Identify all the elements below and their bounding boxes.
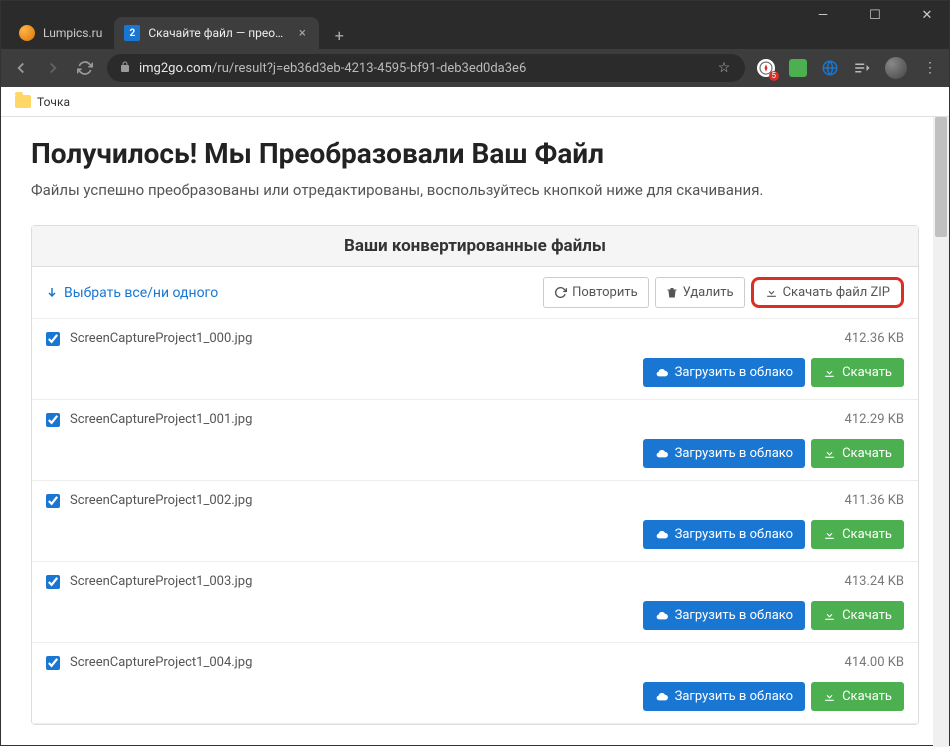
- reload-button[interactable]: [75, 58, 95, 78]
- download-button[interactable]: Скачать: [811, 358, 904, 387]
- tab-lumpics[interactable]: Lumpics.ru: [9, 17, 112, 49]
- profile-avatar[interactable]: [885, 57, 907, 79]
- download-zip-button[interactable]: Скачать файл ZIP: [751, 277, 904, 308]
- cloud-icon: [655, 367, 669, 379]
- upload-cloud-button[interactable]: Загрузить в облако: [643, 439, 805, 468]
- file-row: ScreenCaptureProject1_001.jpg 412.29 KB …: [32, 400, 918, 481]
- file-row: ScreenCaptureProject1_004.jpg 414.00 KB …: [32, 643, 918, 724]
- file-size: 411.36 KB: [845, 493, 904, 508]
- upload-cloud-button[interactable]: Загрузить в облако: [643, 520, 805, 549]
- file-checkbox[interactable]: [46, 413, 60, 427]
- upload-cloud-button[interactable]: Загрузить в облако: [643, 682, 805, 711]
- tab-img2go[interactable]: 2 Скачайте файл — преобразов ×: [114, 17, 319, 49]
- back-button[interactable]: [11, 58, 31, 78]
- page-subtitle: Файлы успешно преобразованы или отредакт…: [31, 180, 919, 201]
- download-button[interactable]: Скачать: [811, 520, 904, 549]
- file-name: ScreenCaptureProject1_003.jpg: [70, 574, 252, 589]
- download-icon: [823, 447, 836, 460]
- folder-icon: [15, 95, 31, 108]
- browser-toolbar: img2go.com/ru/result?j=eb36d3eb-4213-459…: [1, 49, 949, 87]
- new-tab-button[interactable]: +: [325, 21, 353, 49]
- download-button[interactable]: Скачать: [811, 601, 904, 630]
- file-row: ScreenCaptureProject1_003.jpg 413.24 KB …: [32, 562, 918, 643]
- file-size: 413.24 KB: [845, 574, 904, 589]
- cloud-icon: [655, 610, 669, 622]
- refresh-icon: [554, 286, 567, 299]
- address-bar[interactable]: img2go.com/ru/result?j=eb36d3eb-4213-459…: [107, 54, 745, 82]
- menu-button[interactable]: ⋮: [921, 59, 939, 77]
- file-checkbox[interactable]: [46, 656, 60, 670]
- trash-icon: [666, 286, 678, 299]
- upload-cloud-button[interactable]: Загрузить в облако: [643, 601, 805, 630]
- extension-icon[interactable]: 5: [757, 59, 775, 77]
- lock-icon: [119, 61, 131, 76]
- file-size: 412.36 KB: [845, 331, 904, 346]
- delete-button[interactable]: Удалить: [655, 277, 745, 308]
- cloud-icon: [655, 448, 669, 460]
- favicon-icon: 2: [124, 25, 140, 41]
- bookmark-item[interactable]: Точка: [15, 95, 70, 109]
- scrollbar[interactable]: [933, 117, 949, 747]
- close-icon[interactable]: ×: [295, 26, 309, 40]
- download-icon: [765, 286, 778, 299]
- select-all-link[interactable]: Выбрать все/ни одного: [46, 285, 218, 301]
- sort-icon: [46, 286, 58, 300]
- file-row: ScreenCaptureProject1_002.jpg 411.36 KB …: [32, 481, 918, 562]
- download-button[interactable]: Скачать: [811, 682, 904, 711]
- file-row: ScreenCaptureProject1_000.jpg 412.36 KB …: [32, 319, 918, 400]
- cloud-icon: [655, 691, 669, 703]
- file-checkbox[interactable]: [46, 494, 60, 508]
- file-name: ScreenCaptureProject1_002.jpg: [70, 493, 252, 508]
- star-icon[interactable]: ☆: [715, 59, 733, 77]
- file-size: 414.00 KB: [845, 655, 904, 670]
- download-icon: [823, 366, 836, 379]
- url-text: img2go.com/ru/result?j=eb36d3eb-4213-459…: [139, 61, 526, 76]
- extension-icon[interactable]: [821, 59, 839, 77]
- file-name: ScreenCaptureProject1_001.jpg: [70, 412, 252, 427]
- cloud-icon: [655, 529, 669, 541]
- file-name: ScreenCaptureProject1_004.jpg: [70, 655, 252, 670]
- upload-cloud-button[interactable]: Загрузить в облако: [643, 358, 805, 387]
- file-checkbox[interactable]: [46, 575, 60, 589]
- files-panel: Ваши конвертированные файлы Выбрать все/…: [31, 225, 919, 725]
- download-icon: [823, 528, 836, 541]
- file-name: ScreenCaptureProject1_000.jpg: [70, 331, 252, 346]
- download-icon: [823, 690, 836, 703]
- page-title: Получилось! Мы Преобразовали Ваш Файл: [31, 137, 919, 170]
- file-size: 412.29 KB: [845, 412, 904, 427]
- minimize-button[interactable]: —: [808, 8, 838, 23]
- repeat-button[interactable]: Повторить: [543, 277, 649, 308]
- scrollbar-thumb[interactable]: [935, 117, 947, 237]
- tab-title: Скачайте файл — преобразов: [148, 26, 287, 40]
- tab-title: Lumpics.ru: [43, 26, 102, 40]
- panel-toolbar: Выбрать все/ни одного Повторить Удалить …: [32, 267, 918, 319]
- panel-header: Ваши конвертированные файлы: [32, 226, 918, 267]
- bookmarks-bar: Точка: [1, 87, 949, 117]
- favicon-icon: [19, 25, 35, 41]
- file-checkbox[interactable]: [46, 332, 60, 346]
- extension-icon[interactable]: [789, 59, 807, 77]
- close-button[interactable]: ✕: [912, 8, 942, 23]
- forward-button[interactable]: [43, 58, 63, 78]
- media-controls-icon[interactable]: [853, 59, 871, 77]
- tab-strip: Lumpics.ru 2 Скачайте файл — преобразов …: [1, 11, 949, 49]
- maximize-button[interactable]: ☐: [860, 8, 890, 23]
- download-icon: [823, 609, 836, 622]
- window-controls: — ☐ ✕: [808, 8, 942, 23]
- download-button[interactable]: Скачать: [811, 439, 904, 468]
